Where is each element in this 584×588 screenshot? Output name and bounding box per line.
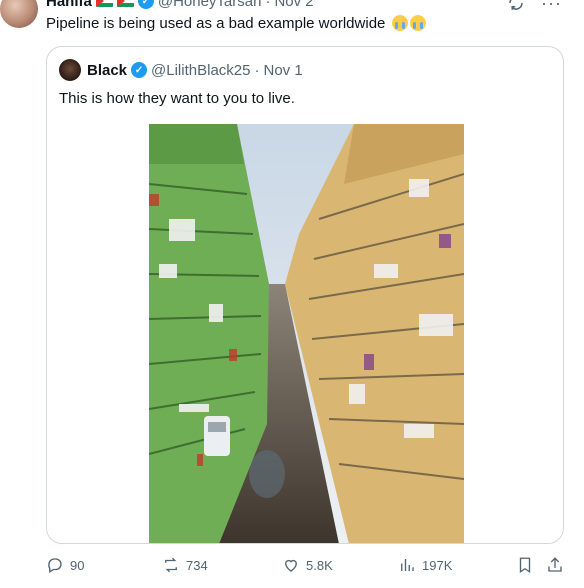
repost-icon — [165, 557, 177, 573]
palestine-flag-icon — [95, 0, 113, 7]
author-name[interactable]: Hanifa — [46, 0, 92, 10]
heart-icon — [285, 559, 297, 572]
repost-button[interactable]: 734 — [162, 556, 208, 574]
tweet-text: Pipeline is being used as a bad example … — [46, 14, 426, 34]
author-avatar[interactable] — [0, 0, 38, 28]
like-count: 5.8K — [306, 557, 333, 573]
repost-count: 734 — [186, 557, 208, 573]
bookmark-icon — [519, 557, 531, 574]
reply-count: 90 — [70, 557, 85, 573]
share-button[interactable] — [546, 556, 564, 574]
share-icon — [548, 557, 562, 572]
views-button[interactable]: 197K — [398, 556, 452, 574]
like-button[interactable]: 5.8K — [282, 556, 333, 574]
date-separator: · — [265, 0, 271, 10]
street-photo[interactable] — [149, 124, 464, 543]
quoted-author-avatar — [59, 59, 81, 81]
reply-icon — [48, 558, 62, 573]
quoted-tweet-text: This is how they want to you to live. — [59, 90, 295, 107]
author-handle[interactable]: @HoneyTarsan — [158, 0, 262, 10]
quoted-tweet[interactable]: Black ✓ @LilithBlack25 · Nov 1 This is h… — [46, 46, 564, 544]
tweet-date[interactable]: Nov 2 — [274, 0, 313, 10]
reply-button[interactable]: 90 — [46, 556, 84, 574]
verified-badge-icon: ✓ — [131, 62, 148, 78]
analytics-icon — [401, 559, 414, 571]
quoted-tweet-date: Nov 1 — [263, 61, 303, 79]
tweet-top-actions: ··· — [507, 0, 562, 12]
tweet-text-content: Pipeline is being used as a bad example … — [46, 15, 386, 32]
palestine-flag-icon — [116, 0, 134, 7]
grok-icon[interactable] — [507, 0, 525, 12]
tweet-header: Hanifa ✓ @HoneyTarsan · Nov 2 — [46, 0, 314, 10]
more-options-icon[interactable]: ··· — [541, 0, 562, 12]
loudly-crying-face-icon — [391, 15, 408, 31]
quoted-author-handle: @LilithBlack25 — [151, 61, 251, 79]
quoted-tweet-header: Black ✓ @LilithBlack25 · Nov 1 — [59, 59, 303, 81]
verified-badge-icon: ✓ — [137, 0, 154, 9]
loudly-crying-face-icon — [409, 15, 426, 31]
date-separator: · — [254, 61, 260, 79]
bookmark-button[interactable] — [516, 556, 534, 574]
view-count: 197K — [422, 557, 453, 573]
tweet-actions: 90 734 5.8K 197K — [46, 556, 564, 578]
quoted-author-name: Black — [87, 61, 128, 79]
